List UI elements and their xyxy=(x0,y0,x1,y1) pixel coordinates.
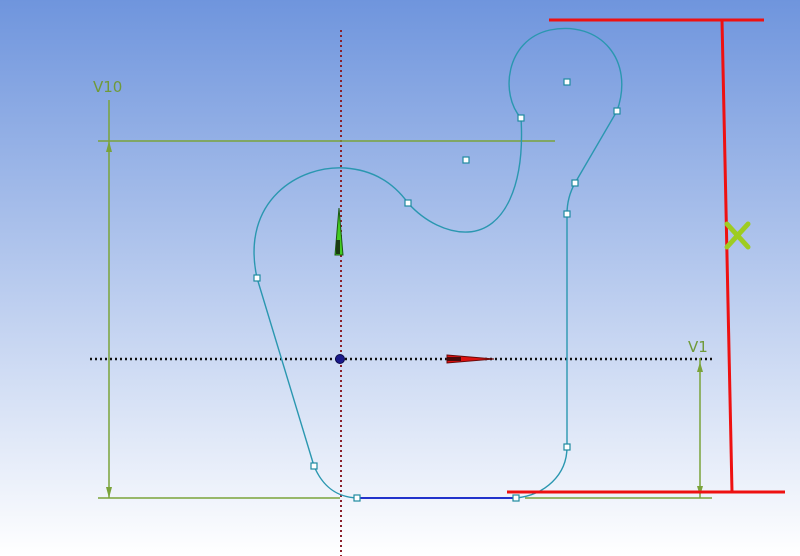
vertex-point[interactable] xyxy=(310,462,318,470)
origin-point-icon[interactable] xyxy=(335,354,345,364)
vertex-point[interactable] xyxy=(563,443,571,451)
sketch-canvas[interactable]: V10 V1 xyxy=(0,0,800,556)
vertex-point[interactable] xyxy=(571,179,579,187)
vertex-point[interactable] xyxy=(404,199,412,207)
vertex-point[interactable] xyxy=(353,494,361,502)
vertex-point[interactable] xyxy=(517,114,525,122)
dimension-v1-label[interactable]: V1 xyxy=(688,338,708,356)
vertex-point[interactable] xyxy=(613,107,621,115)
sketch-viewport[interactable]: V10 V1 xyxy=(0,0,800,556)
vertex-point[interactable] xyxy=(253,274,261,282)
arc-center-point[interactable] xyxy=(563,78,571,86)
arc-center-point[interactable] xyxy=(462,156,470,164)
vertex-point[interactable] xyxy=(512,494,520,502)
vertex-point[interactable] xyxy=(563,210,571,218)
dimension-v10-label[interactable]: V10 xyxy=(93,78,122,96)
